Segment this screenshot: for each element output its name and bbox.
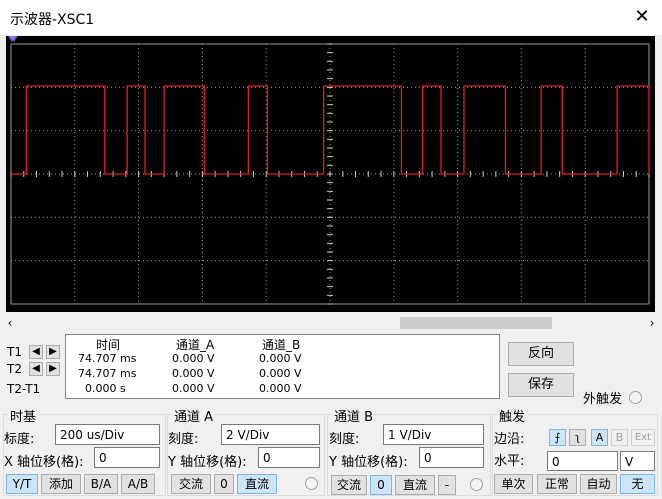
channel-a-zero-button[interactable]: 0 [214,474,234,494]
t2-channel-a-value: 0.000 V [172,367,215,380]
falling-edge-icon[interactable]: ʅ [569,429,586,446]
trigger-level-unit[interactable]: V [620,451,655,471]
channel-b-title: 通道 B [332,406,376,425]
trigger-source-b-button[interactable]: B [611,429,628,446]
save-button[interactable]: 保存 [508,373,574,397]
scope-screen[interactable] [6,36,655,312]
channel-a-ac-button[interactable]: 交流 [171,474,211,494]
t1-label: T1 [7,345,22,359]
t1-channel-b-value: 0.000 V [259,352,302,365]
trigger-level-input[interactable]: 0 [547,451,618,471]
close-icon[interactable]: ✕ [632,5,652,29]
channel-a-dc-button[interactable]: 直流 [237,474,277,494]
channel-b-scale-label: 刻度: [329,432,360,447]
readout-header-channel-a: 通道_A [176,338,215,352]
horizontal-scrollbar[interactable]: ‹ › [2,316,660,330]
t2-t1-time-value: 0.000 s [85,382,126,395]
channel-b-zero-button[interactable]: 0 [370,475,392,495]
channel-b-radio[interactable] [470,478,483,491]
channel-a-ypos-label: Y 轴位移(格): [168,455,247,470]
trigger-normal-button[interactable]: 正常 [537,474,577,494]
t1-left-arrow-icon[interactable]: ◀ [29,345,43,359]
t2-t1-channel-a-value: 0.000 V [172,382,215,395]
scroll-right-icon[interactable]: › [646,316,658,330]
channel-a-radio[interactable] [305,477,318,490]
t2-time-value: 74.707 ms [78,367,137,380]
channel-a-scale-label: 刻度: [168,432,199,447]
channel-a-title: 通道 A [172,406,216,425]
timebase-xpos-input[interactable]: 0 [94,447,160,468]
mode-add-button[interactable]: 添加 [41,474,81,494]
mode-ba-button[interactable]: B/A [84,474,118,494]
cursor-readout: 时间 通道_A 通道_B 74.707 ms 0.000 V 0.000 V 7… [65,334,500,399]
trigger-edge-label: 边沿: [494,432,525,447]
timebase-title: 时基 [8,406,39,425]
channel-a-ypos-input[interactable]: 0 [258,447,320,468]
t2-channel-b-value: 0.000 V [259,367,302,380]
timebase-xpos-label: X 轴位移(格): [4,455,84,470]
channel-b-minus-button[interactable]: - [438,475,456,495]
readout-header-channel-b: 通道_B [262,338,301,352]
t2-t1-channel-b-value: 0.000 V [259,382,302,395]
readout-header-time: 时间 [96,338,121,352]
t2-left-arrow-icon[interactable]: ◀ [29,362,43,376]
timebase-scale-input[interactable]: 200 us/Div [55,424,160,445]
t2-t1-label: T2-T1 [7,382,41,396]
rising-edge-icon[interactable]: ⨍ [549,429,566,446]
trigger-title: 触发 [497,406,528,425]
t1-channel-a-value: 0.000 V [172,352,215,365]
t2-label: T2 [7,362,22,376]
t1-time-value: 74.707 ms [78,352,137,365]
t2-right-arrow-icon[interactable]: ▶ [46,362,60,376]
timebase-scale-label: 标度: [4,432,35,447]
scrollbar-thumb[interactable] [400,317,552,329]
trigger-source-a-button[interactable]: A [591,429,608,446]
trigger-single-button[interactable]: 单次 [494,474,533,494]
ext-trigger-radio[interactable] [629,391,642,404]
scroll-left-icon[interactable]: ‹ [4,316,16,330]
channel-b-ac-button[interactable]: 交流 [331,475,367,495]
reverse-button[interactable]: 反向 [508,342,574,366]
trigger-source-ext-button[interactable]: Ext [631,429,655,446]
title-bar: 示波器-XSC1 ✕ [0,0,662,35]
window-title: 示波器-XSC1 [10,12,95,28]
channel-b-ypos-label: Y 轴位移(格): [329,455,408,470]
mode-ab-button[interactable]: A/B [121,474,155,494]
channel-b-ypos-input[interactable]: 0 [419,447,484,468]
trigger-auto-button[interactable]: 自动 [580,474,617,494]
channel-b-dc-button[interactable]: 直流 [395,475,435,495]
channel-b-scale-input[interactable]: 1 V/Div [383,424,484,445]
ext-trigger-label: 外触发 [583,392,623,407]
channel-a-scale-input[interactable]: 2 V/Div [221,424,320,445]
t1-right-arrow-icon[interactable]: ▶ [46,345,60,359]
trigger-none-button[interactable]: 无 [620,474,655,494]
trigger-level-label: 水平: [494,454,525,469]
mode-yt-button[interactable]: Y/T [6,474,38,494]
